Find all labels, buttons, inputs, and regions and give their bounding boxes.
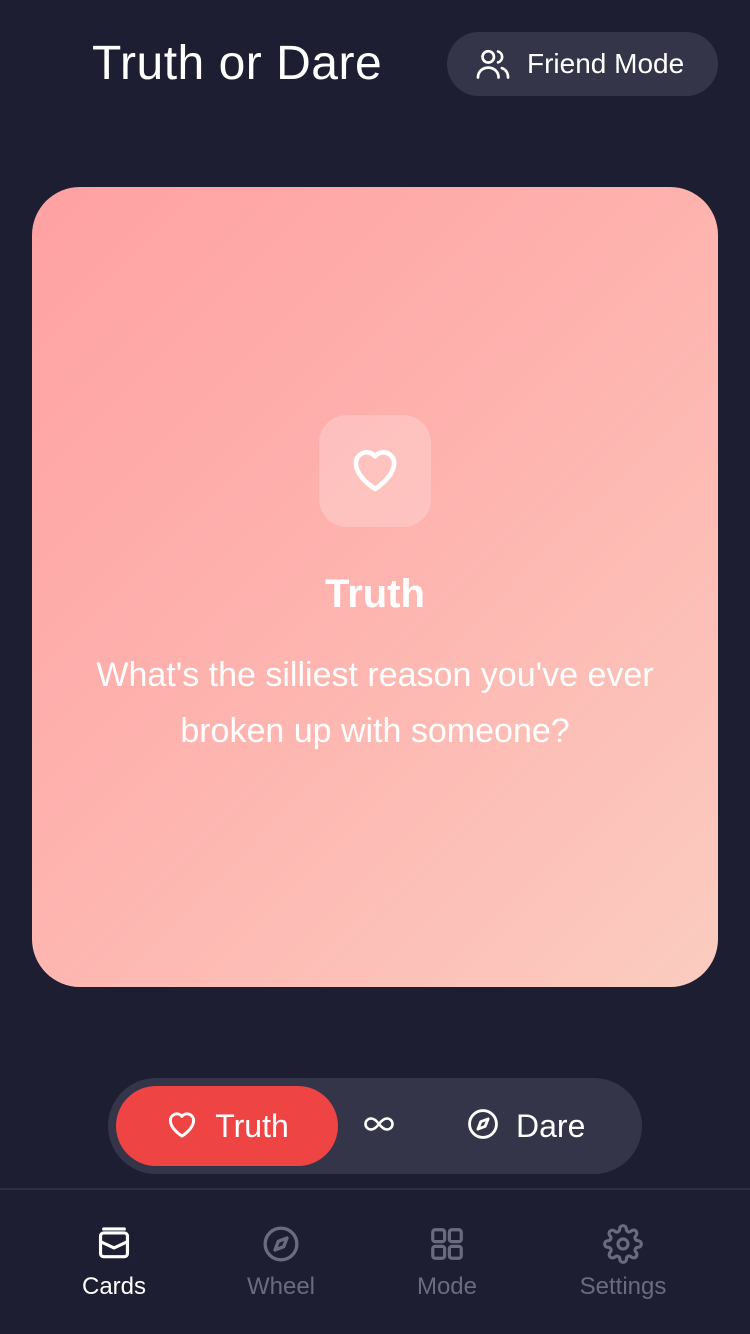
card-category: Truth xyxy=(325,572,425,616)
nav-item-mode[interactable]: Mode xyxy=(362,1190,532,1334)
cards-icon xyxy=(94,1224,134,1264)
card-icon-tile xyxy=(319,415,431,527)
heart-icon xyxy=(165,1107,199,1146)
random-button[interactable] xyxy=(354,1086,404,1166)
friend-mode-button[interactable]: Friend Mode xyxy=(447,32,718,96)
truth-dare-toggle: Truth Dare xyxy=(108,1078,642,1174)
header: Truth or Dare Friend Mode xyxy=(0,0,750,130)
nav-label-settings: Settings xyxy=(579,1273,667,1300)
nav-label-wheel: Wheel xyxy=(246,1273,316,1300)
nav-label-cards: Cards xyxy=(81,1273,147,1300)
nav-item-settings[interactable]: Settings xyxy=(538,1190,708,1334)
nav-label-mode: Mode xyxy=(416,1273,478,1300)
truth-button[interactable]: Truth xyxy=(116,1086,338,1166)
bottom-nav: Cards Wheel Mode Settings xyxy=(0,1188,750,1334)
question-card[interactable]: Truth What's the silliest reason you've … xyxy=(32,187,718,987)
users-icon xyxy=(473,44,513,84)
compass-icon xyxy=(466,1107,500,1146)
gear-icon xyxy=(603,1224,643,1264)
friend-mode-label: Friend Mode xyxy=(527,48,685,79)
compass-icon xyxy=(261,1224,301,1264)
app-root: Truth or Dare Friend Mode Truth What's t… xyxy=(0,0,750,1334)
truth-button-label: Truth xyxy=(215,1107,289,1144)
nav-item-wheel[interactable]: Wheel xyxy=(196,1190,366,1334)
page-title: Truth or Dare xyxy=(92,37,383,90)
card-question: What's the silliest reason you've ever b… xyxy=(96,656,654,750)
grid-icon xyxy=(427,1224,467,1264)
dare-button-label: Dare xyxy=(516,1107,586,1144)
nav-item-cards[interactable]: Cards xyxy=(29,1190,199,1334)
dare-button[interactable]: Dare xyxy=(448,1086,618,1166)
infinity-icon xyxy=(363,1114,395,1139)
heart-icon xyxy=(347,441,403,502)
